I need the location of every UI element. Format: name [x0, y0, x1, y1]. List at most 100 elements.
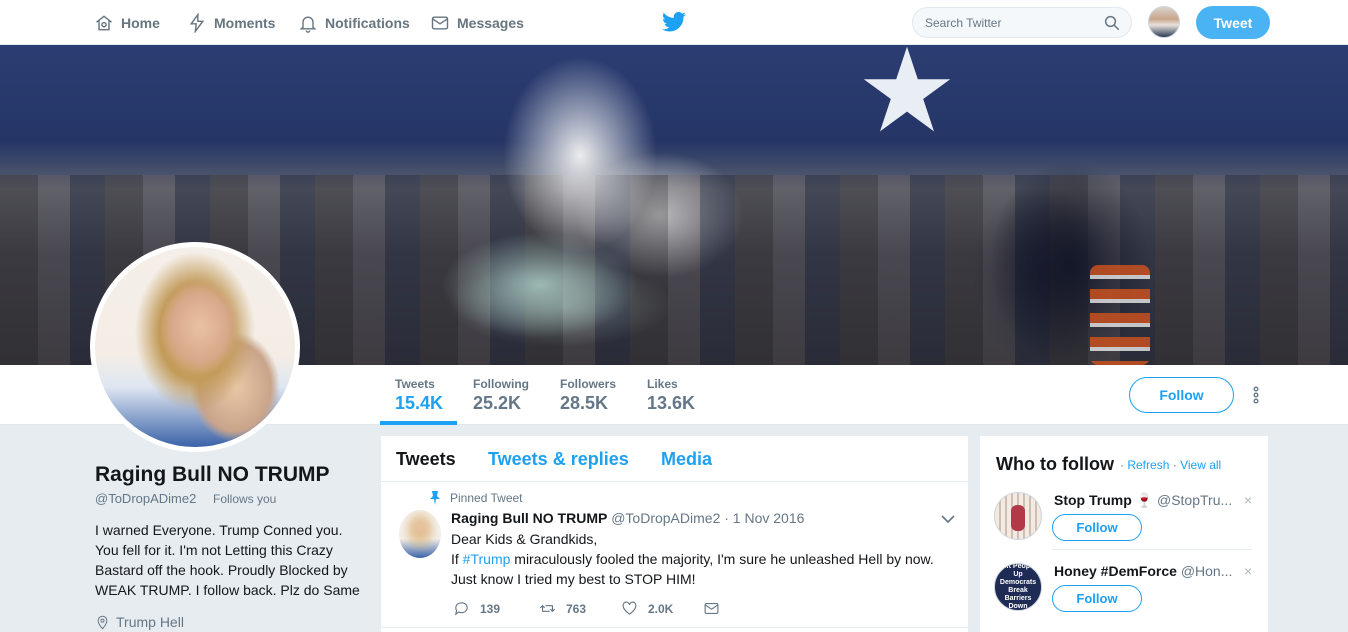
suggestion-item: Stop Trump 🍷 @StopTru... × Follow	[994, 490, 1254, 556]
stat-followers[interactable]: Followers 28.5K	[560, 377, 616, 414]
search-icon[interactable]	[1103, 14, 1121, 32]
dismiss-icon[interactable]: ×	[1244, 492, 1252, 508]
profile-bio: I warned Everyone. Trump Conned you. You…	[95, 522, 360, 598]
profile-handle[interactable]: @ToDropADime2	[95, 491, 196, 506]
suggestion-handle[interactable]: @StopTru...	[1157, 492, 1232, 508]
reply-action[interactable]: 139	[453, 600, 500, 617]
lightning-icon	[189, 12, 205, 33]
like-count: 2.0K	[648, 601, 674, 616]
hashtag-link[interactable]: #Trump	[463, 551, 511, 567]
retweet-count: 763	[566, 601, 587, 616]
nav-home-label: Home	[121, 14, 160, 31]
reply-count: 139	[480, 601, 501, 616]
suggestion-avatar[interactable]: Lift People Up Democrats Break Barriers …	[994, 563, 1042, 611]
who-to-follow-links: · Refresh · View all	[1120, 458, 1221, 472]
profile-avatar[interactable]	[90, 242, 300, 452]
suggestion-name[interactable]: Stop Trump 🍷 @StopTru...	[1054, 492, 1234, 509]
tab-media[interactable]: Media	[661, 449, 712, 470]
banner-player-runner	[420, 45, 720, 365]
pinned-text: Pinned Tweet	[450, 491, 523, 505]
suggestion-name[interactable]: Honey #DemForce @Hon...	[1054, 563, 1234, 579]
stat-value: 28.5K	[560, 393, 609, 413]
retweet-action[interactable]: 763	[539, 600, 586, 617]
more-options-icon[interactable]	[1248, 383, 1264, 407]
stat-value: 25.2K	[473, 393, 522, 413]
timeline: Tweets Tweets & replies Media Pinned Twe…	[381, 436, 968, 632]
nav-moments[interactable]: Moments	[187, 0, 275, 45]
tweet-line: If #Trump miraculously fooled the majori…	[451, 549, 951, 569]
tweet-author-name[interactable]: Raging Bull NO TRUMP	[451, 510, 607, 526]
profile-follow-button[interactable]: Follow	[1129, 377, 1234, 413]
profile-location: Trump Hell	[95, 614, 184, 630]
stat-value: 13.6K	[647, 393, 696, 413]
suggestion-divider	[1052, 549, 1252, 550]
tab-tweets-replies[interactable]: Tweets & replies	[488, 449, 629, 470]
pin-icon	[430, 491, 440, 505]
search-box[interactable]	[912, 7, 1132, 38]
account-avatar[interactable]	[1148, 6, 1180, 38]
retweet-icon	[540, 604, 555, 613]
home-icon	[96, 14, 112, 30]
location-pin-icon	[97, 615, 108, 630]
direct-message-action[interactable]	[703, 600, 720, 617]
bell-icon	[299, 16, 317, 33]
suggestion-item: Lift People Up Democrats Break Barriers …	[994, 561, 1254, 627]
profile-name[interactable]: Raging Bull NO TRUMP	[95, 463, 330, 487]
refresh-link[interactable]: Refresh	[1127, 458, 1169, 472]
stat-label: Likes	[647, 377, 678, 391]
tweet-text-segment: miraculously fooled the majority, I'm su…	[510, 551, 934, 567]
suggestion-follow-button[interactable]: Follow	[1052, 514, 1142, 541]
envelope-icon	[704, 602, 719, 615]
like-action[interactable]: 2.0K	[621, 600, 673, 617]
tweet-line: Dear Kids & Grandkids,	[451, 531, 598, 547]
follows-you-badge: Follows you	[213, 492, 277, 506]
timeline-tabs: Tweets Tweets & replies Media	[381, 436, 968, 482]
nav-moments-label: Moments	[214, 14, 276, 31]
twitter-bird-icon[interactable]	[662, 11, 686, 33]
chevron-down-icon[interactable]	[941, 514, 955, 524]
tweet-header: Raging Bull NO TRUMP @ToDropADime2 · 1 N…	[451, 510, 804, 526]
separator: ·	[1120, 458, 1124, 472]
suggestion-display-name[interactable]: Honey #DemForce	[1054, 563, 1177, 579]
nav-notifications[interactable]: Notifications	[298, 0, 410, 45]
suggestion-display-name[interactable]: Stop Trump 🍷	[1054, 492, 1153, 508]
stat-tweets[interactable]: Tweets 15.4K	[395, 377, 443, 414]
top-navigation: Home Moments Notifications Messages Twee…	[0, 0, 1348, 45]
nav-notifications-label: Notifications	[325, 14, 410, 31]
reply-icon	[454, 602, 468, 616]
active-stat-underline	[380, 421, 457, 425]
stat-following[interactable]: Following 25.2K	[473, 377, 529, 414]
tweet-line: Just know I tried my best to STOP HIM!	[451, 571, 696, 587]
nav-messages[interactable]: Messages	[430, 0, 524, 45]
envelope-icon	[431, 15, 449, 30]
stat-likes[interactable]: Likes 13.6K	[647, 377, 695, 414]
stat-label: Following	[473, 377, 529, 391]
pinned-tweet-label: Pinned Tweet	[429, 491, 523, 505]
dismiss-icon[interactable]: ×	[1244, 563, 1252, 579]
location-text: Trump Hell	[116, 614, 184, 630]
who-to-follow-panel: Who to follow · Refresh · View all Stop …	[980, 436, 1268, 632]
search-input[interactable]	[925, 14, 1095, 32]
who-to-follow-title: Who to follow	[996, 454, 1114, 474]
compose-tweet-button[interactable]: Tweet	[1196, 6, 1270, 39]
tweet-text: Dear Kids & Grandkids, If #Trump miracul…	[451, 529, 951, 589]
view-all-link[interactable]: View all	[1180, 458, 1221, 472]
tab-tweets[interactable]: Tweets	[396, 449, 456, 470]
stat-label: Tweets	[395, 377, 435, 391]
suggestion-handle[interactable]: @Hon...	[1181, 563, 1233, 579]
separator: ·	[1172, 458, 1177, 472]
heart-icon	[622, 601, 637, 615]
nav-messages-label: Messages	[457, 14, 524, 31]
stat-label: Followers	[560, 377, 617, 391]
banner-jersey-stripes	[1090, 265, 1150, 365]
suggestion-avatar[interactable]	[994, 492, 1042, 540]
suggestion-follow-button[interactable]: Follow	[1052, 585, 1142, 612]
avatar-text: Lift People Up Democrats Break Barriers …	[999, 563, 1037, 610]
star-icon	[863, 46, 951, 132]
tweet-divider	[381, 627, 968, 628]
tweet-text-segment: If	[451, 551, 463, 567]
stat-value: 15.4K	[395, 393, 444, 413]
tweet-handle-date[interactable]: @ToDropADime2 · 1 Nov 2016	[611, 510, 804, 526]
tweet-avatar[interactable]	[399, 510, 441, 558]
nav-home[interactable]: Home	[94, 0, 160, 45]
